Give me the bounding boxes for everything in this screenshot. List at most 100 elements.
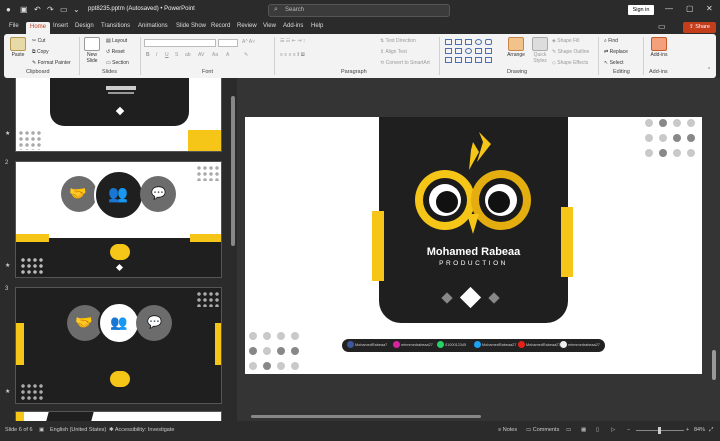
arrange-button[interactable]: Arrange: [505, 37, 527, 58]
comments-button[interactable]: ▭ Comments: [526, 427, 559, 433]
tab-review[interactable]: Review: [237, 23, 257, 29]
quick-styles-button[interactable]: Quick Styles: [529, 37, 551, 64]
triangle-shape-icon[interactable]: [445, 48, 452, 54]
tab-file[interactable]: File: [9, 23, 19, 29]
slide-thumbnail-1[interactable]: [15, 78, 222, 152]
save-icon[interactable]: ▣: [20, 5, 28, 14]
tab-addins[interactable]: Add-ins: [283, 23, 303, 29]
zoom-slider-thumb[interactable]: [658, 427, 661, 434]
owl-logo-icon[interactable]: [407, 130, 539, 245]
twitter-link[interactable]: MohamedRabeaa27: [474, 341, 516, 348]
fit-to-window-icon[interactable]: ⤢: [709, 427, 713, 434]
facebook-link[interactable]: MohamedRabeaa7: [347, 341, 387, 348]
shape-outline-button[interactable]: ✎ Shape Outline: [552, 49, 589, 55]
editor-horizontal-scrollbar[interactable]: [245, 413, 697, 419]
star-shape-icon[interactable]: [485, 48, 492, 54]
format-painter-button[interactable]: ✎ Format Painter: [32, 60, 71, 66]
shape-fill-button[interactable]: ◈ Shape Fill: [552, 38, 579, 44]
tiktok-link[interactable]: mhmmedrabeaa27: [560, 341, 600, 348]
align-icon[interactable]: ≡ ≡ ≡ ≡ ⫴ ▤: [280, 52, 305, 58]
tab-slide-show[interactable]: Slide Show: [176, 23, 206, 29]
zoom-level[interactable]: 84%: [694, 427, 705, 433]
slideshow-icon[interactable]: ▷: [611, 427, 615, 433]
bullets-icon[interactable]: ☰ ☷ ⇤ ⇥ ↕: [280, 38, 305, 44]
zoom-in-icon[interactable]: +: [686, 427, 689, 433]
align-text-button[interactable]: ⇕ Align Text: [380, 49, 407, 55]
accessibility-button[interactable]: ✱ Accessibility: Investigate: [109, 427, 174, 433]
rounded-rect-shape-icon[interactable]: [485, 39, 492, 45]
close-icon[interactable]: ✕: [706, 4, 713, 13]
convert-smartart-button[interactable]: ⟲ Convert to SmartArt: [380, 60, 430, 66]
line-shape-icon[interactable]: [455, 39, 462, 45]
cut-button[interactable]: ✂ Cut: [32, 38, 45, 44]
highlight-icon[interactable]: ✎: [244, 52, 248, 58]
instagram-link[interactable]: mhmmedrabeaa27: [393, 341, 433, 348]
italic-icon[interactable]: I: [156, 52, 157, 58]
paste-button[interactable]: Paste: [8, 37, 28, 58]
font-size-box[interactable]: [218, 39, 238, 47]
curve-shape-icon[interactable]: [455, 48, 462, 54]
copy-button[interactable]: ⧉ Copy: [32, 49, 49, 55]
sign-in-button[interactable]: Sign in: [628, 5, 654, 15]
spelling-icon[interactable]: ▣: [39, 427, 44, 433]
replace-button[interactable]: ⇄ Replace: [604, 49, 628, 55]
zoom-out-icon[interactable]: −: [627, 427, 630, 433]
circle-shape-icon[interactable]: [465, 48, 472, 54]
normal-view-icon[interactable]: ▭: [566, 427, 571, 433]
shape-effects-button[interactable]: ◇ Shape Effects: [552, 60, 588, 66]
bracket-shape-icon[interactable]: [475, 57, 482, 63]
select-button[interactable]: ↖ Select: [604, 60, 624, 66]
minimize-icon[interactable]: —: [665, 4, 673, 13]
undo-icon[interactable]: ↶: [34, 5, 41, 14]
slide-thumbnail-2[interactable]: 🤝 👥 💬: [15, 161, 222, 278]
thumbnails-scrollbar[interactable]: [231, 80, 235, 419]
brand-subtitle[interactable]: PRODUCTION: [379, 260, 568, 267]
bold-icon[interactable]: B: [146, 52, 150, 58]
scrollbar-thumb[interactable]: [712, 350, 716, 380]
section-button[interactable]: ▭ Section: [106, 60, 129, 66]
oval-shape-icon[interactable]: [475, 39, 482, 45]
layout-button[interactable]: ▤ Layout: [106, 38, 127, 44]
find-button[interactable]: ⌕ Find: [604, 38, 618, 44]
tab-help[interactable]: Help: [311, 23, 323, 29]
underline-icon[interactable]: U: [165, 52, 169, 58]
more-shapes-icon[interactable]: [485, 57, 492, 63]
whatsapp-link[interactable]: 0100012345: [437, 341, 466, 348]
language-indicator[interactable]: English (United States): [50, 427, 106, 433]
search-input[interactable]: ⌕ Search: [268, 4, 450, 17]
autosave-toggle[interactable]: ●: [6, 5, 11, 14]
tab-home[interactable]: Home: [26, 22, 51, 34]
scrollbar-thumb[interactable]: [251, 415, 481, 418]
youtube-link[interactable]: MohamedRabeaa27: [518, 341, 560, 348]
brace-shape-icon[interactable]: [475, 48, 482, 54]
editor-vertical-scrollbar[interactable]: [710, 78, 718, 408]
grow-font-icon[interactable]: A^ A˅: [242, 39, 255, 45]
tab-view[interactable]: View: [263, 23, 276, 29]
collapse-ribbon-icon[interactable]: ⌃: [707, 67, 711, 73]
tab-animations[interactable]: Animations: [138, 23, 168, 29]
present-icon[interactable]: ▭: [60, 5, 68, 14]
tab-design[interactable]: Design: [75, 23, 94, 29]
reading-view-icon[interactable]: ▯: [596, 427, 599, 433]
reset-button[interactable]: ↺ Reset: [106, 49, 125, 55]
char-spacing-icon[interactable]: AV: [198, 52, 204, 58]
comments-icon[interactable]: ▭: [658, 22, 666, 31]
social-links-bar[interactable]: MohamedRabeaa7 mhmmedrabeaa27 0100012345…: [342, 339, 605, 352]
redo-icon[interactable]: ↷: [47, 5, 54, 14]
rectangle-shape-icon[interactable]: [445, 39, 452, 45]
tab-insert[interactable]: Insert: [53, 23, 68, 29]
text-direction-button[interactable]: ⇅ Text Direction: [380, 38, 416, 44]
new-slide-button[interactable]: New Slide: [82, 37, 102, 64]
font-name-box[interactable]: [144, 39, 216, 47]
slide-sorter-icon[interactable]: ▦: [581, 427, 586, 433]
callout-shape-icon[interactable]: [455, 57, 462, 63]
tab-record[interactable]: Record: [211, 23, 230, 29]
addins-button[interactable]: Add-ins: [647, 37, 671, 58]
share-button[interactable]: ⇪ Share: [683, 22, 716, 33]
customize-qat-icon[interactable]: ⌄: [73, 5, 80, 14]
connector-shape-icon[interactable]: [445, 57, 452, 63]
slide-thumbnail-3[interactable]: 🤝 👥 💬: [15, 287, 222, 404]
strikethrough-icon[interactable]: ab: [185, 52, 191, 58]
maximize-icon[interactable]: ▢: [686, 4, 694, 13]
shadow-icon[interactable]: S: [175, 52, 178, 58]
